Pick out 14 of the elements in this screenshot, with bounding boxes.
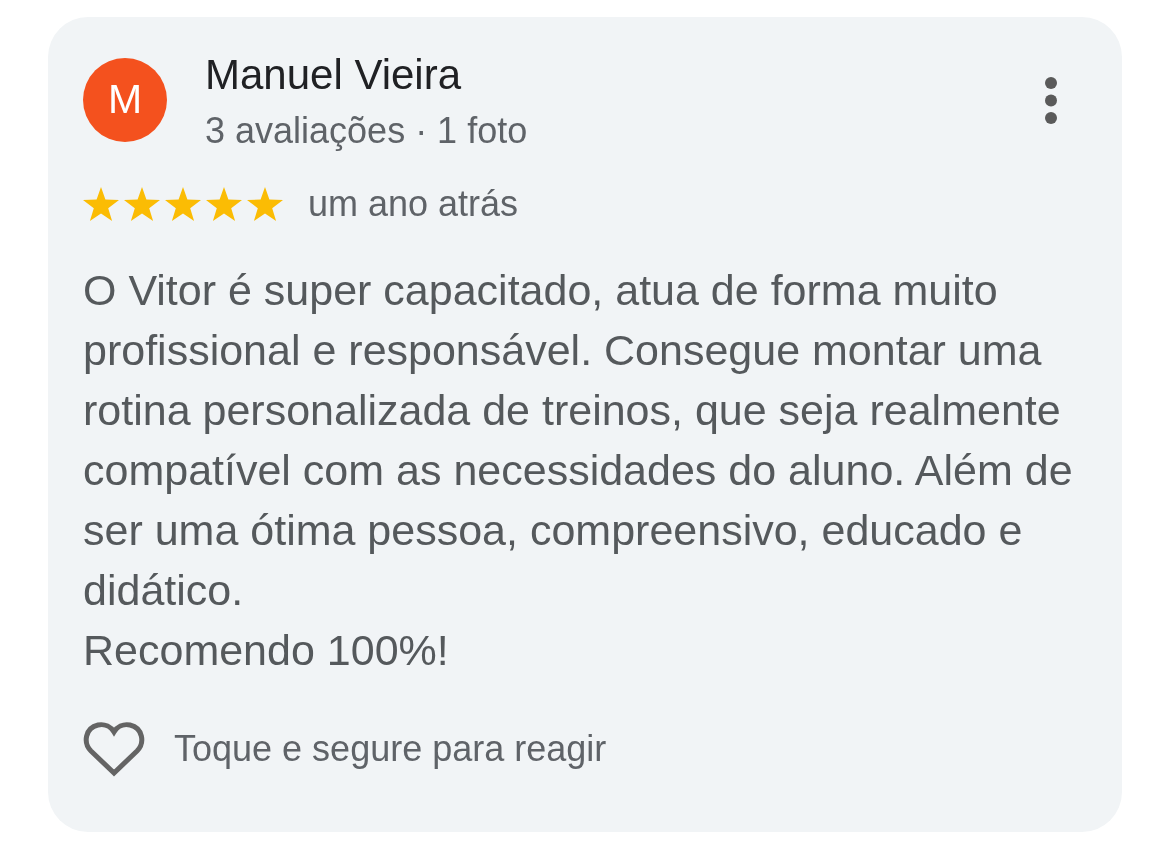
avatar-icon: M	[83, 58, 167, 142]
more-options-icon	[1045, 76, 1057, 124]
star-filled-icon	[124, 187, 160, 221]
review-time: um ano atrás	[308, 183, 519, 225]
heart-icon	[83, 720, 145, 778]
author-name: Manuel Vieira	[205, 51, 463, 99]
star-filled-icon	[206, 187, 242, 221]
star-filled-icon	[165, 187, 201, 221]
review-text: O Vitor é super capacitado, atua de forma muito profissional e responsável. Consegue montar uma rotina personalizada de treinos, que seja realmente compatível com as necessidades do aluno. Além de ser uma ótima pessoa, compreensivo, educado e didático. Recomendo 100%!	[83, 265, 1074, 676]
react-hint: Toque e segure para reagir	[174, 728, 607, 770]
star-filled-icon	[247, 187, 283, 221]
star-filled-icon	[83, 187, 119, 221]
react-button[interactable]	[83, 720, 145, 778]
author-meta: 3 avaliações · 1 foto	[205, 110, 528, 152]
